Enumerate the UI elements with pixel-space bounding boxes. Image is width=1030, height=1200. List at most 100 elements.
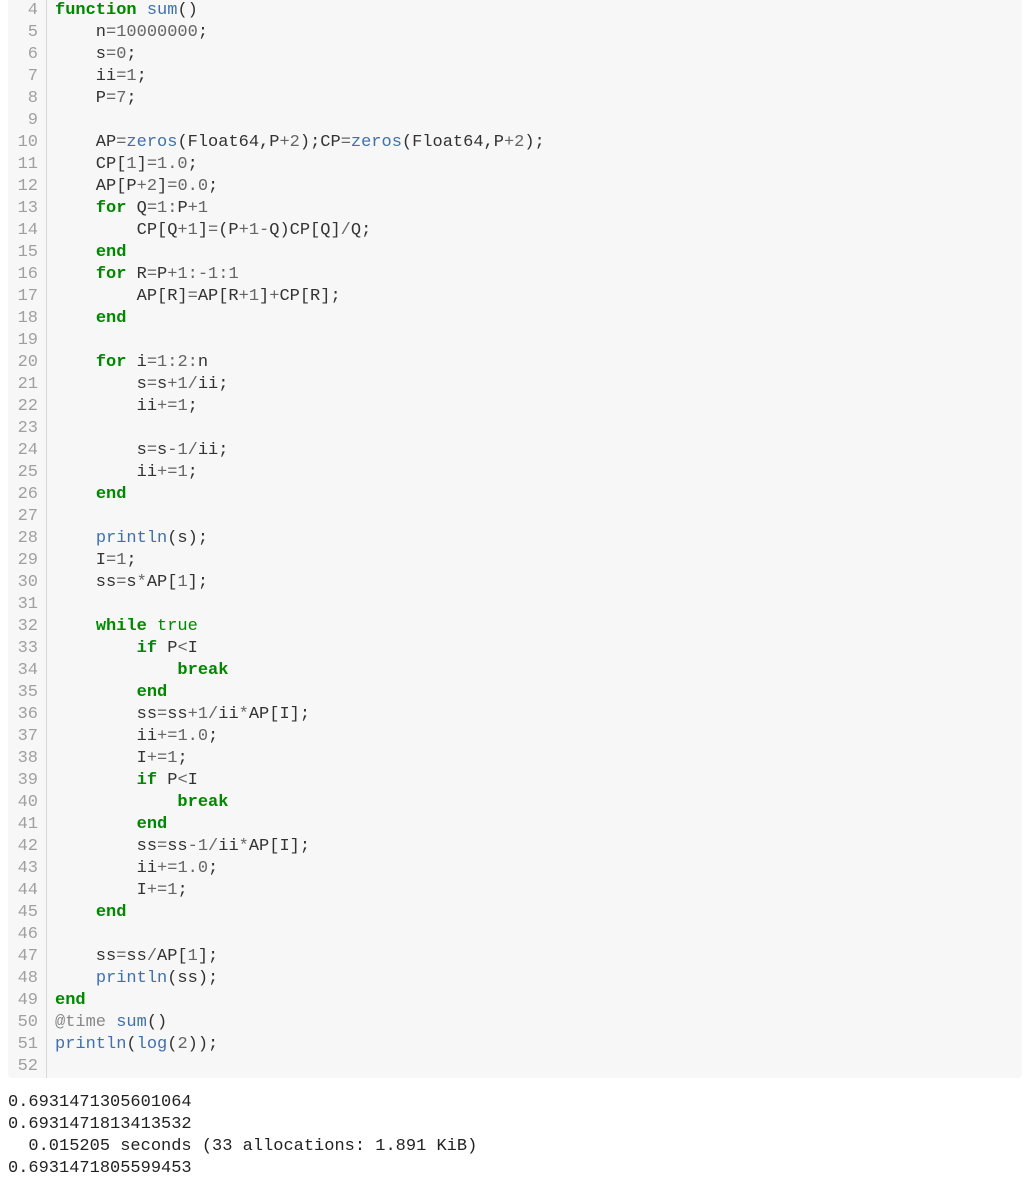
line-number: 47 [16,946,38,968]
line-number: 12 [16,176,38,198]
code-line: @time sum() [55,1012,1022,1034]
line-number: 24 [16,440,38,462]
line-number: 4 [16,0,38,22]
line-number: 26 [16,484,38,506]
code-line: I+=1; [55,880,1022,902]
code-line: CP[1]=1.0; [55,154,1022,176]
code-line: function sum() [55,0,1022,22]
code-line: AP[R]=AP[R+1]+CP[R]; [55,286,1022,308]
line-number: 32 [16,616,38,638]
code-line: println(log(2)); [55,1034,1022,1056]
line-number: 7 [16,66,38,88]
line-number: 41 [16,814,38,836]
code-line: ii+=1.0; [55,726,1022,748]
line-number: 13 [16,198,38,220]
code-line: CP[Q+1]=(P+1-Q)CP[Q]/Q; [55,220,1022,242]
line-number: 18 [16,308,38,330]
line-number: 43 [16,858,38,880]
code-line: println(ss); [55,968,1022,990]
line-number: 14 [16,220,38,242]
line-number: 11 [16,154,38,176]
code-line: end [55,902,1022,924]
line-number: 6 [16,44,38,66]
code-line: ss=s*AP[1]; [55,572,1022,594]
line-number: 33 [16,638,38,660]
code-line: s=s-1/ii; [55,440,1022,462]
code-line: println(s); [55,528,1022,550]
line-number: 31 [16,594,38,616]
code-line: ss=ss/AP[1]; [55,946,1022,968]
code-line [55,594,1022,616]
line-number: 15 [16,242,38,264]
line-number: 28 [16,528,38,550]
code-line [55,506,1022,528]
code-line: ss=ss-1/ii*AP[I]; [55,836,1022,858]
code-line: I=1; [55,550,1022,572]
code-line [55,924,1022,946]
line-number: 45 [16,902,38,924]
code-line: ss=ss+1/ii*AP[I]; [55,704,1022,726]
line-number: 40 [16,792,38,814]
line-number: 42 [16,836,38,858]
line-number: 17 [16,286,38,308]
line-number: 50 [16,1012,38,1034]
line-number: 52 [16,1056,38,1078]
line-number-gutter: 4567891011121314151617181920212223242526… [8,0,47,1078]
code-line: for Q=1:P+1 [55,198,1022,220]
line-number: 16 [16,264,38,286]
line-number: 22 [16,396,38,418]
code-line [55,110,1022,132]
line-number: 23 [16,418,38,440]
code-line: ii+=1; [55,396,1022,418]
code-line: end [55,814,1022,836]
code-line: if P<I [55,770,1022,792]
output-block: 0.6931471305601064 0.6931471813413532 0.… [8,1092,1022,1180]
line-number: 10 [16,132,38,154]
code-line: s=0; [55,44,1022,66]
line-number: 44 [16,880,38,902]
code-line: break [55,792,1022,814]
line-number: 29 [16,550,38,572]
line-number: 38 [16,748,38,770]
line-number: 35 [16,682,38,704]
line-number: 21 [16,374,38,396]
line-number: 36 [16,704,38,726]
line-number: 5 [16,22,38,44]
code-block: 4567891011121314151617181920212223242526… [8,0,1022,1078]
line-number: 27 [16,506,38,528]
code-line: I+=1; [55,748,1022,770]
code-line: P=7; [55,88,1022,110]
code-line: if P<I [55,638,1022,660]
code-line: ii+=1; [55,462,1022,484]
code-line: end [55,682,1022,704]
code-line: for R=P+1:-1:1 [55,264,1022,286]
code-lines: function sum() n=10000000; s=0; ii=1; P=… [47,0,1022,1078]
line-number: 30 [16,572,38,594]
line-number: 49 [16,990,38,1012]
code-line [55,418,1022,440]
line-number: 20 [16,352,38,374]
line-number: 34 [16,660,38,682]
line-number: 51 [16,1034,38,1056]
line-number: 25 [16,462,38,484]
line-number: 46 [16,924,38,946]
code-line: ii+=1.0; [55,858,1022,880]
line-number: 19 [16,330,38,352]
code-line: n=10000000; [55,22,1022,44]
code-line [55,330,1022,352]
code-line: AP[P+2]=0.0; [55,176,1022,198]
code-line: ii=1; [55,66,1022,88]
code-line: while true [55,616,1022,638]
code-line [55,1056,1022,1078]
line-number: 9 [16,110,38,132]
code-line: s=s+1/ii; [55,374,1022,396]
line-number: 48 [16,968,38,990]
code-line: end [55,308,1022,330]
code-line: end [55,484,1022,506]
code-line: for i=1:2:n [55,352,1022,374]
code-line: AP=zeros(Float64,P+2);CP=zeros(Float64,P… [55,132,1022,154]
code-line: end [55,242,1022,264]
code-line: break [55,660,1022,682]
line-number: 39 [16,770,38,792]
line-number: 8 [16,88,38,110]
